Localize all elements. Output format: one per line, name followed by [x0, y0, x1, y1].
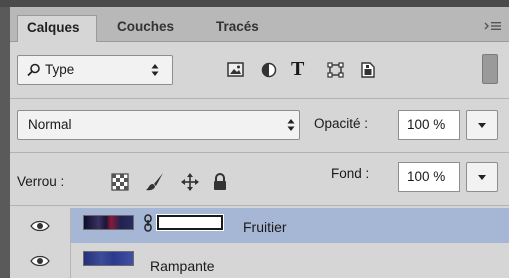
layer-thumbnail[interactable] — [83, 215, 134, 230]
window-left-edge — [0, 7, 10, 278]
lock-label: Verrou : — [17, 174, 65, 189]
blend-mode-value: Normal — [28, 117, 72, 132]
tab-calques[interactable]: Calques — [17, 15, 97, 42]
eye-icon[interactable] — [30, 220, 50, 232]
smart-object-filter-icon[interactable] — [358, 61, 378, 79]
tab-couches[interactable]: Couches — [108, 15, 194, 42]
adjustment-layer-filter-icon[interactable] — [260, 61, 280, 79]
panel-menu-icon[interactable] — [484, 20, 502, 32]
layer-thumbnail[interactable] — [83, 251, 134, 266]
lock-transparent-pixels-icon[interactable] — [110, 172, 130, 192]
eye-icon[interactable] — [30, 255, 50, 267]
filter-type-label: Type — [45, 62, 75, 77]
fill-input[interactable]: 100 % — [398, 162, 460, 192]
tab-traces[interactable]: Tracés — [207, 15, 277, 42]
pixel-layer-filter-icon[interactable] — [226, 61, 246, 79]
window-top-edge — [0, 0, 509, 7]
type-layer-filter-icon[interactable]: T — [291, 58, 304, 81]
divider — [10, 98, 509, 99]
search-icon — [27, 63, 41, 77]
lock-all-padlock-icon[interactable] — [210, 172, 230, 192]
opacity-label: Opacité : — [314, 116, 369, 131]
chain-link-icon[interactable] — [143, 214, 153, 232]
filter-toggle-switch[interactable] — [482, 54, 498, 84]
fill-label: Fond : — [331, 166, 370, 181]
fill-dropdown-button[interactable] — [466, 162, 498, 192]
spinner-arrows-icon — [286, 117, 296, 133]
lock-image-pixels-brush-icon[interactable] — [145, 172, 165, 192]
layer-name[interactable]: Rampante — [150, 258, 215, 274]
opacity-dropdown-button[interactable] — [466, 110, 498, 140]
layer-name[interactable]: Fruitier — [243, 219, 287, 235]
layer-mask-thumbnail[interactable] — [157, 215, 223, 230]
divider — [10, 205, 509, 206]
divider — [10, 152, 509, 153]
shape-layer-filter-icon[interactable] — [326, 61, 346, 79]
lock-position-move-icon[interactable] — [180, 172, 200, 192]
spinner-arrows-icon — [150, 62, 160, 78]
opacity-input[interactable]: 100 % — [398, 110, 460, 140]
